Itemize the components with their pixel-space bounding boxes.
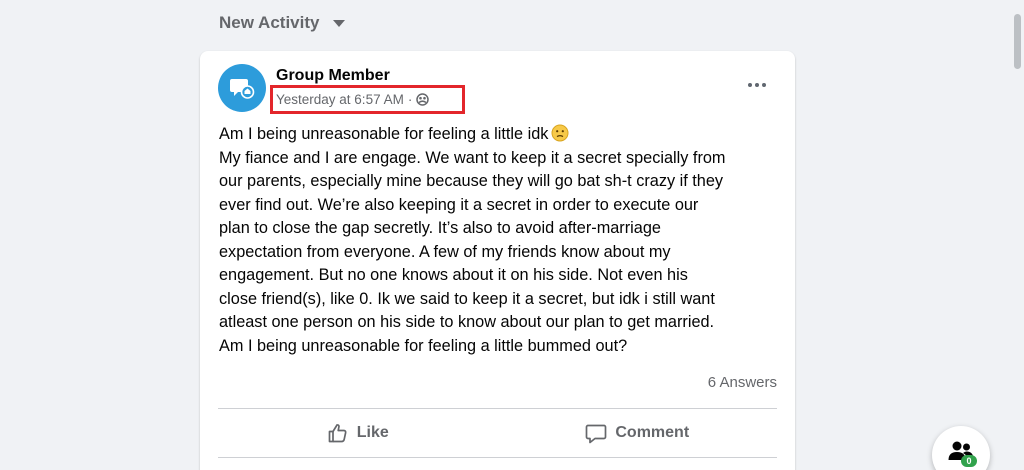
more-dot-icon [748,83,752,87]
post-line-2: My fiance and I are engage. We want to k… [219,148,726,167]
post-body: Am I being unreasonable for feeling a li… [219,123,784,358]
post-card: Group Member Yesterday at 6:57 AM · Am I… [200,51,795,470]
post-line-1: Am I being unreasonable for feeling a li… [219,123,784,147]
comment-button[interactable]: Comment [498,409,778,457]
post-line-4: ever find out. We’re also keeping it a s… [219,195,699,214]
filter-label: New Activity [219,13,320,32]
group-privacy-icon [416,93,430,106]
post-actions: Like Comment [218,409,777,457]
anonymous-member-icon [230,79,255,99]
caret-down-icon [333,19,346,27]
post-line-3: our parents, especially mine because the… [219,172,724,190]
new-activity-filter[interactable]: New Activity [219,13,346,33]
post-line-8: close friend(s), like 0. Ik we said to k… [219,289,715,308]
post-timestamp[interactable]: Yesterday at 6:57 AM [276,92,404,107]
post-line-10: Am I being unreasonable for feeling a li… [219,336,628,355]
more-options-button[interactable] [742,75,772,95]
confused-face-icon [551,124,569,142]
online-count-badge: 0 [961,455,977,467]
thumbs-up-icon [328,424,347,443]
answers-count-link[interactable]: 6 Answers [708,374,777,391]
post-line-7: engagement. But no one knows about it on… [219,266,688,284]
more-dot-icon [755,83,759,87]
more-dot-icon [762,83,766,87]
author-name[interactable]: Group Member [276,67,390,85]
post-meta: Yesterday at 6:57 AM · [276,92,430,107]
like-label: Like [356,424,389,441]
post-line-6: expectation from everyone. A few of my f… [219,242,671,261]
comment-label: Comment [615,424,690,441]
meta-separator: · [407,92,413,107]
like-button[interactable]: Like [218,409,498,457]
comment-icon [586,424,607,444]
scrollbar-thumb[interactable] [1014,14,1021,69]
chat-members-button[interactable]: 0 [932,426,990,470]
post-line-9: atleast one person on his side to know a… [219,313,715,331]
post-line-5: plan to close the gap secretly. It’s als… [219,219,661,237]
divider [218,457,777,458]
avatar[interactable] [218,64,266,112]
scrollbar[interactable] [1006,0,1024,470]
page: New Activity Group Member Yesterday at 6… [0,0,1024,470]
chat-icon-wrap: 0 [947,440,977,467]
